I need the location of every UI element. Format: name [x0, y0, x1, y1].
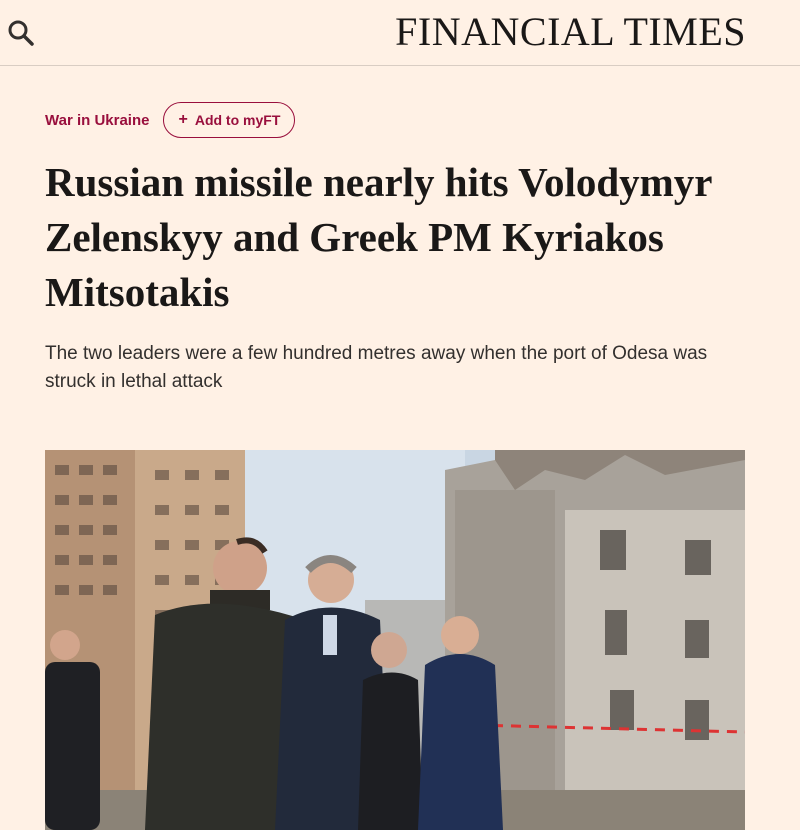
topic-row: War in Ukraine + Add to myFT	[45, 102, 296, 138]
add-to-myft-button[interactable]: + Add to myFT	[163, 102, 296, 138]
article-standfirst: The two leaders were a few hundred metre…	[45, 343, 708, 392]
top-bar: FINANCIAL TIMES	[0, 0, 800, 66]
search-icon	[8, 20, 34, 46]
search-button[interactable]	[6, 18, 36, 48]
article-photo	[45, 450, 745, 830]
topic-link[interactable]: War in Ukraine	[45, 112, 149, 129]
masthead-logo[interactable]: FINANCIAL TIMES	[395, 8, 746, 55]
plus-icon: +	[178, 111, 188, 128]
article-headline: Russian missile nearly hits Volodymyr Ze…	[45, 159, 712, 315]
add-to-myft-label: Add to myFT	[194, 112, 281, 128]
